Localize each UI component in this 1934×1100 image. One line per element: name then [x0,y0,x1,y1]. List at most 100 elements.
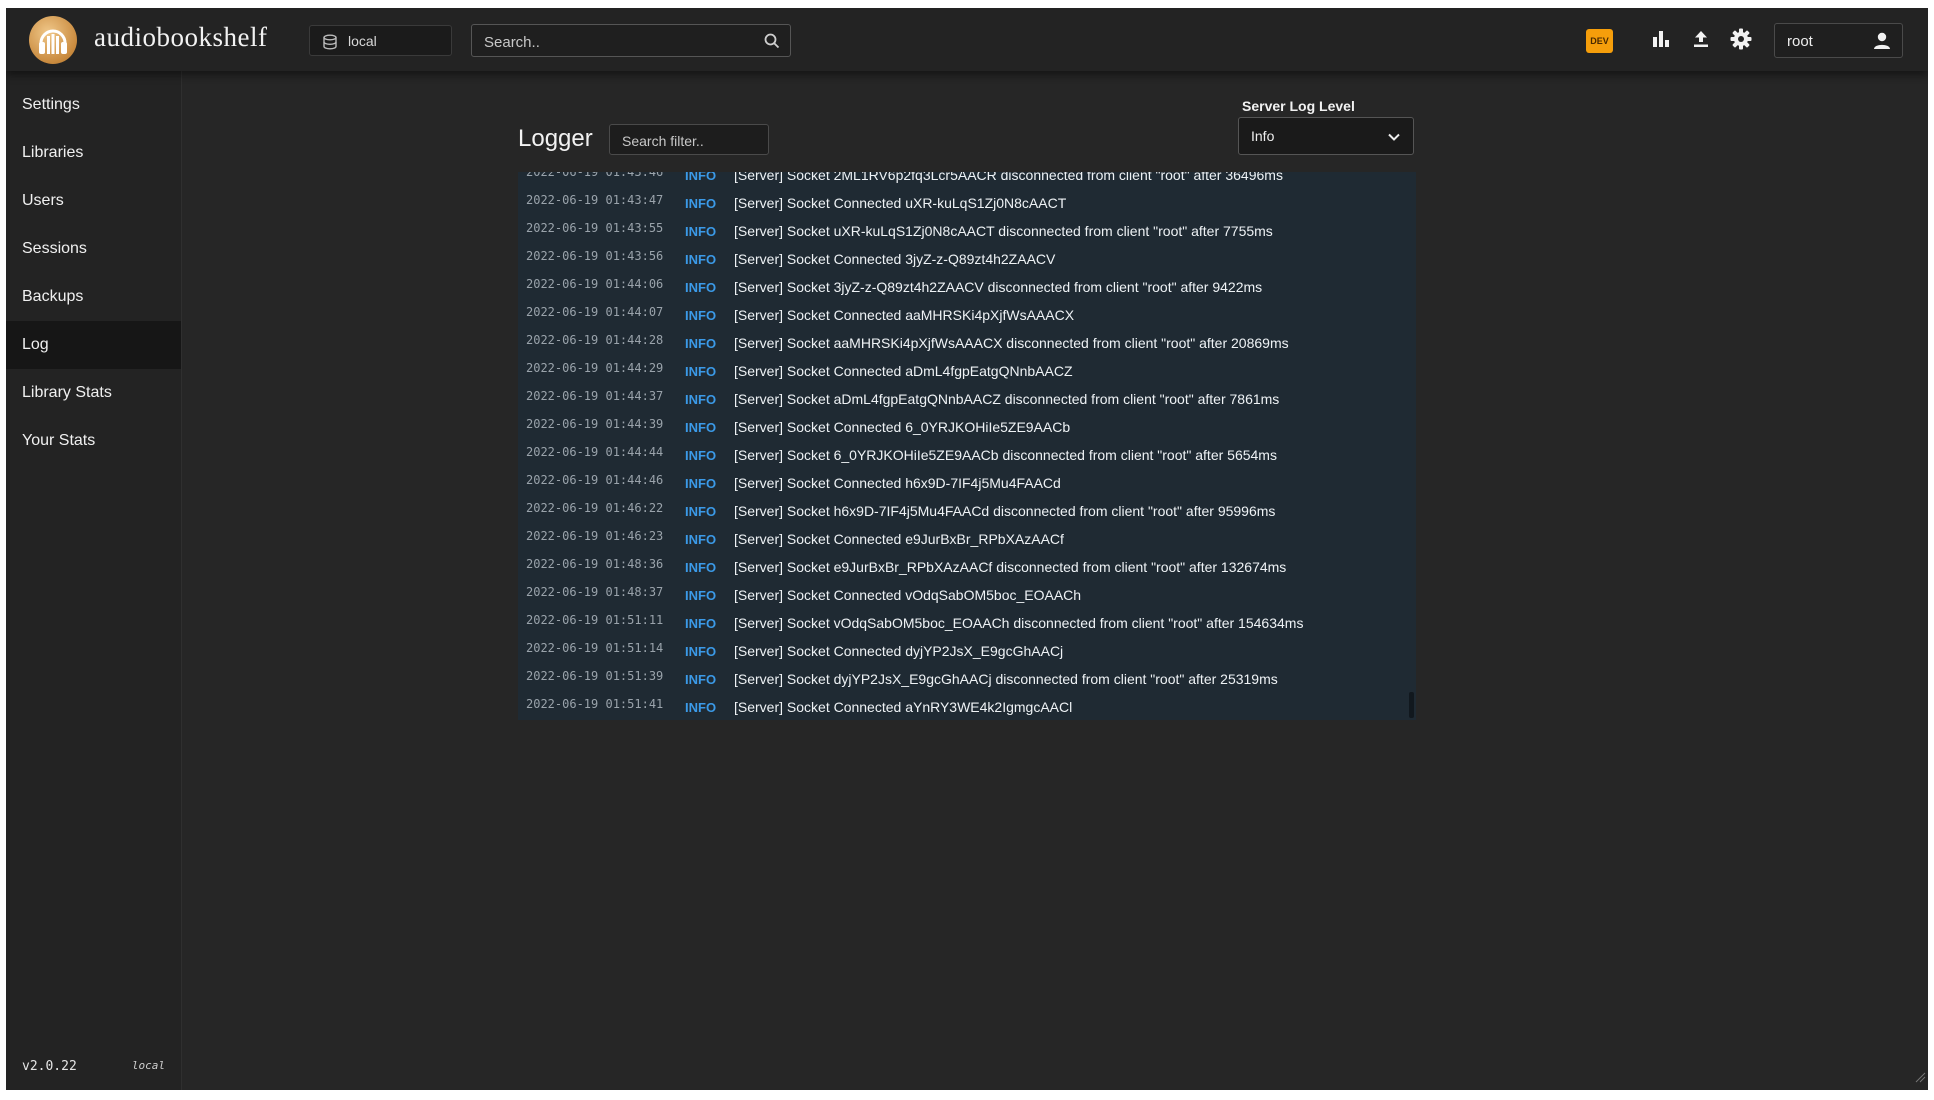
sidebar-item-label: Settings [22,96,80,113]
log-timestamp: 2022-06-19 01:51:14 [526,641,664,655]
sidebar-item-users[interactable]: Users [6,177,181,225]
sidebar-item-log[interactable]: Log [6,321,181,369]
log-row: 2022-06-19 01:44:06 INFO [Server] Socket 3… [518,273,1416,301]
log-message: [Server] Socket h6x9D-7IF4j5Mu4FAACd dis… [734,503,1276,519]
log-timestamp: 2022-06-19 01:51:11 [526,613,664,627]
search-box [471,24,791,57]
log-row: 2022-06-19 01:46:22 INFO [Server] Socket h… [518,497,1416,525]
sidebar-item-sessions[interactable]: Sessions [6,225,181,273]
log-message: [Server] Socket Connected dyjYP2JsX_E9gc… [734,643,1064,659]
sidebar-item-backups[interactable]: Backups [6,273,181,321]
log-timestamp: 2022-06-19 01:43:46 [526,172,664,179]
log-row: 2022-06-19 01:44:39 INFO [Server] Socket C… [518,413,1416,441]
log-row: 2022-06-19 01:44:29 INFO [Server] Socket C… [518,357,1416,385]
log-level-badge: INFO [685,672,717,687]
bar-chart-icon[interactable] [1652,30,1670,53]
log-message: [Server] Socket Connected vOdqSabOM5boc_… [734,587,1082,603]
log-timestamp: 2022-06-19 01:44:29 [526,361,664,375]
log-scrollbar[interactable] [1409,692,1414,718]
log-level-badge: INFO [685,616,717,631]
log-timestamp: 2022-06-19 01:46:22 [526,501,664,515]
log-row: 2022-06-19 01:44:37 INFO [Server] Socket a… [518,385,1416,413]
log-row: 2022-06-19 01:43:55 INFO [Server] Socket u… [518,217,1416,245]
log-level-badge: INFO [685,448,717,463]
sidebar-item-library-stats[interactable]: Library Stats [6,369,181,417]
log-level-badge: INFO [685,700,717,715]
log-level-badge: INFO [685,420,717,435]
log-message: [Server] Socket e9JurBxBr_RPbXAzAACf dis… [734,559,1287,575]
log-row: 2022-06-19 01:46:23 INFO [Server] Socket C… [518,525,1416,553]
chevron-down-icon [1387,130,1401,149]
search-input[interactable] [482,31,756,53]
log-message: [Server] Socket 3jyZ-z-Q89zt4h2ZAACV dis… [734,279,1263,295]
search-icon[interactable] [764,33,780,54]
log-message: [Server] Socket aDmL4fgpEatgQNnbAACZ dis… [734,391,1280,407]
sidebar: Settings Libraries Users Sessions Backup… [6,71,182,1090]
headphones-logo-icon[interactable] [29,16,77,64]
log-timestamp: 2022-06-19 01:48:37 [526,585,664,599]
database-icon [322,34,338,55]
log-timestamp: 2022-06-19 01:43:55 [526,221,664,235]
log-timestamp: 2022-06-19 01:51:39 [526,669,664,683]
log-level-badge: INFO [685,224,717,239]
log-row: 2022-06-19 01:48:36 INFO [Server] Socket e… [518,553,1416,581]
sidebar-item-settings[interactable]: Settings [6,81,181,129]
library-selector[interactable]: local [309,25,452,56]
log-timestamp: 2022-06-19 01:44:06 [526,277,664,291]
sidebar-item-label: Log [22,336,49,353]
log-row: 2022-06-19 01:43:46 INFO [Server] Socket 2… [518,172,1416,189]
log-row: 2022-06-19 01:51:14 INFO [Server] Socket C… [518,637,1416,665]
log-level-badge: INFO [685,392,717,407]
app-version: v2.0.22 [22,1059,77,1074]
page-title: Logger [518,125,593,152]
user-menu-button[interactable]: root [1774,23,1903,58]
log-row: 2022-06-19 01:51:39 INFO [Server] Socket d… [518,665,1416,693]
log-level-badge: INFO [685,252,717,267]
log-message: [Server] Socket dyjYP2JsX_E9gcGhAACj dis… [734,671,1278,687]
log-timestamp: 2022-06-19 01:44:07 [526,305,664,319]
log-message: [Server] Socket Connected e9JurBxBr_RPbX… [734,531,1064,547]
sidebar-item-your-stats[interactable]: Your Stats [6,417,181,465]
log-message: [Server] Socket aaMHRSKi4pXjfWsAAACX dis… [734,335,1289,351]
log-message: [Server] Socket Connected aDmL4fgpEatgQN… [734,363,1073,379]
log-row: 2022-06-19 01:43:47 INFO [Server] Socket C… [518,189,1416,217]
current-library-label: local [131,1059,165,1072]
log-message: [Server] Socket Connected aYnRY3WE4k2Igm… [734,699,1073,715]
log-filter-box [609,124,769,155]
log-timestamp: 2022-06-19 01:44:39 [526,417,664,431]
log-message: [Server] Socket vOdqSabOM5boc_EOAACh dis… [734,615,1304,631]
log-level-badge: INFO [685,280,717,295]
log-level-badge: INFO [685,560,717,575]
log-level-badge: INFO [685,172,717,183]
log-level-dropdown[interactable]: Info [1238,117,1414,155]
log-timestamp: 2022-06-19 01:43:47 [526,193,664,207]
log-timestamp: 2022-06-19 01:48:36 [526,557,664,571]
log-message: [Server] Socket 2ML1RV6p2fq3Lcr5AACR dis… [734,172,1283,183]
sidebar-item-label: Library Stats [22,384,112,401]
log-row: 2022-06-19 01:44:28 INFO [Server] Socket a… [518,329,1416,357]
log-timestamp: 2022-06-19 01:44:37 [526,389,664,403]
log-message: [Server] Socket Connected uXR-kuLqS1Zj0N… [734,195,1067,211]
log-row: 2022-06-19 01:44:07 INFO [Server] Socket C… [518,301,1416,329]
log-level-badge: INFO [685,588,717,603]
log-filter-input[interactable] [620,131,764,151]
resize-grip-icon[interactable] [1914,1070,1926,1088]
log-timestamp: 2022-06-19 01:44:44 [526,445,664,459]
top-bar: audiobookshelf local DEV [6,8,1928,71]
log-timestamp: 2022-06-19 01:44:46 [526,473,664,487]
log-panel[interactable]: 2022-06-19 01:43:46 INFO [Server] Socket 2… [518,172,1416,720]
log-row: 2022-06-19 01:44:46 INFO [Server] Socket C… [518,469,1416,497]
app-title[interactable]: audiobookshelf [94,22,267,53]
sidebar-item-libraries[interactable]: Libraries [6,129,181,177]
sidebar-item-label: Users [22,192,64,209]
log-level-badge: INFO [685,504,717,519]
log-message: [Server] Socket Connected 3jyZ-z-Q89zt4h… [734,251,1056,267]
upload-icon[interactable] [1692,30,1710,53]
app-window: audiobookshelf local DEV [6,8,1928,1090]
library-name: local [348,33,377,49]
gear-icon[interactable] [1730,28,1752,55]
log-level-badge: INFO [685,476,717,491]
log-timestamp: 2022-06-19 01:44:28 [526,333,664,347]
sidebar-item-label: Backups [22,288,84,305]
log-level-badge: INFO [685,364,717,379]
